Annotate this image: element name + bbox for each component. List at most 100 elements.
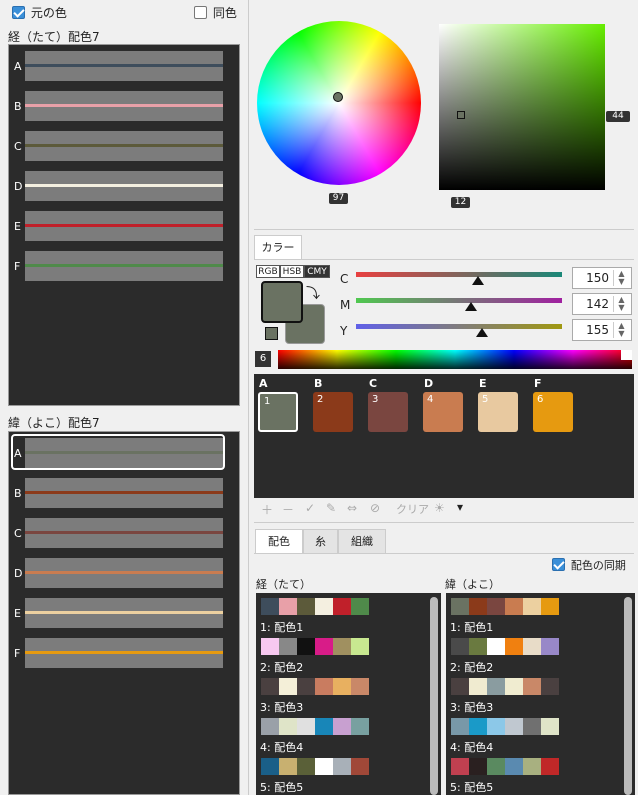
combo-color-swatch (505, 678, 523, 695)
palette-swatch[interactable]: 3 (368, 392, 408, 432)
palette-swatch[interactable]: 4 (423, 392, 463, 432)
thread-row-label: B (14, 487, 22, 500)
thread-row[interactable] (25, 91, 223, 121)
combo-color-swatch (541, 718, 559, 735)
add-icon[interactable]: ＋ (261, 501, 273, 518)
combo-item-label[interactable]: 5: 配色5 (260, 779, 303, 795)
block-icon[interactable]: ⊘ (370, 501, 380, 515)
thread-row[interactable] (25, 478, 223, 508)
thread-row[interactable] (25, 131, 223, 161)
combo-color-swatch (451, 678, 469, 695)
mode-rgb-button[interactable]: RGB (256, 265, 280, 278)
tab-color[interactable]: カラー (254, 235, 302, 259)
stepper-icon[interactable]: ▲ ▼ (613, 322, 629, 338)
tab-thread[interactable]: 糸 (303, 529, 338, 553)
slider-c-track[interactable] (356, 272, 562, 277)
thread-row-label: E (14, 607, 21, 620)
thread-line (25, 611, 223, 614)
palette-swatch[interactable]: 2 (313, 392, 353, 432)
check-apply-icon[interactable]: ✓ (305, 501, 315, 515)
combo-item-label[interactable]: 2: 配色2 (260, 659, 303, 675)
combo-item-label[interactable]: 3: 配色3 (450, 699, 493, 715)
warp-thread-panel[interactable]: A B C D E F (8, 44, 240, 406)
combo-color-swatch (261, 638, 279, 655)
mode-hsb-button[interactable]: HSB (280, 265, 304, 278)
combo-item-label[interactable]: 2: 配色2 (450, 659, 493, 675)
thread-row[interactable] (25, 211, 223, 241)
slider-value: 142 (586, 297, 609, 311)
saturation-value-square[interactable] (439, 24, 605, 190)
brightness-icon[interactable]: ☀ (434, 501, 445, 515)
thread-row[interactable] (25, 51, 223, 81)
thread-row[interactable] (25, 251, 223, 281)
sync-color-checkbox[interactable]: 配色の同期 (552, 558, 626, 575)
wheel-marker[interactable] (333, 92, 343, 102)
thread-row[interactable] (25, 598, 223, 628)
clear-button[interactable]: クリア (396, 501, 429, 517)
palette-swatch[interactable]: 5 (478, 392, 518, 432)
combo-color-swatch (487, 718, 505, 735)
combo-item-label[interactable]: 1: 配色1 (450, 619, 493, 635)
saturation-marker-badge[interactable]: 12 (451, 197, 470, 208)
combo-color-swatch (505, 638, 523, 655)
weft-thread-panel[interactable]: ABCDEF (8, 431, 240, 795)
dropdown-arrow-icon[interactable]: ▾ (457, 500, 463, 514)
combo-item-label[interactable]: 4: 配色4 (260, 739, 303, 755)
combo-color-swatch (333, 638, 351, 655)
combo-color-swatch (279, 718, 297, 735)
palette-swatch[interactable]: 6 (533, 392, 573, 432)
combo-item-label[interactable]: 1: 配色1 (260, 619, 303, 635)
weft-combos-scrollbar[interactable] (624, 597, 632, 795)
combo-item-label[interactable]: 5: 配色5 (450, 779, 493, 795)
spectrum-white-tile[interactable] (621, 350, 632, 360)
thread-row[interactable] (25, 518, 223, 548)
thread-row[interactable] (25, 638, 223, 668)
color-wheel[interactable] (257, 21, 421, 185)
tab-weave[interactable]: 組織 (338, 529, 386, 553)
combo-color-swatch (351, 638, 369, 655)
spectrum-bar[interactable] (278, 350, 632, 369)
combo-color-swatch (523, 758, 541, 775)
palette-letter: B (314, 377, 323, 390)
combo-item-label[interactable]: 4: 配色4 (450, 739, 493, 755)
stepper-icon[interactable]: ▲ ▼ (613, 270, 629, 286)
slider-c-input[interactable]: 150 ▲ ▼ (572, 267, 632, 289)
thread-row[interactable] (25, 171, 223, 201)
weft-combos-list[interactable]: 1: 配色1 2: 配色2 3: 配色3 4: 配色4 5: 配色5 (446, 593, 635, 795)
combo-color-swatch (315, 718, 333, 735)
slider-y-input[interactable]: 155 ▲ ▼ (572, 319, 632, 341)
foreground-color-swatch[interactable] (261, 281, 303, 323)
sv-marker[interactable] (457, 111, 465, 119)
slider-thumb[interactable] (471, 276, 484, 285)
original-color-checkbox[interactable]: 元の色 (12, 6, 67, 23)
warp-combos-list[interactable]: 1: 配色1 2: 配色2 3: 配色3 4: 配色4 5: 配色5 (256, 593, 441, 795)
mode-cmy-button[interactable]: CMY (304, 265, 330, 278)
stepper-icon[interactable]: ▲ ▼ (613, 296, 629, 312)
combo-color-swatch (523, 718, 541, 735)
palette-swatch[interactable]: 1 (258, 392, 298, 432)
warp-combos-scrollbar[interactable] (430, 597, 438, 795)
combo-item-label[interactable]: 3: 配色3 (260, 699, 303, 715)
reset-colors-icon[interactable] (265, 327, 278, 340)
slider-m-input[interactable]: 142 ▲ ▼ (572, 293, 632, 315)
slider-m-track[interactable] (356, 298, 562, 303)
combo-color-swatch (469, 598, 487, 615)
combo-color-swatch (261, 758, 279, 775)
thread-row[interactable] (25, 558, 223, 588)
combo-color-swatch (261, 598, 279, 615)
combo-color-swatch (451, 758, 469, 775)
check-icon (12, 6, 25, 19)
slider-thumb[interactable] (465, 302, 478, 311)
same-color-checkbox[interactable]: 同色 (194, 6, 237, 23)
swap-horizontal-icon[interactable]: ⇔ (347, 501, 357, 515)
remove-icon[interactable]: － (282, 501, 294, 518)
thread-row-label: C (14, 527, 22, 540)
tab-color-scheme[interactable]: 配色 (255, 529, 303, 553)
slider-y-track[interactable] (356, 324, 562, 329)
swap-icon[interactable]: ⤵ (306, 283, 320, 303)
combo-color-swatch (541, 758, 559, 775)
value-marker-badge[interactable]: 44 (606, 111, 630, 122)
combo-color-swatch (469, 758, 487, 775)
edit-pencil-icon[interactable]: ✎ (326, 501, 336, 515)
slider-thumb[interactable] (475, 328, 488, 337)
